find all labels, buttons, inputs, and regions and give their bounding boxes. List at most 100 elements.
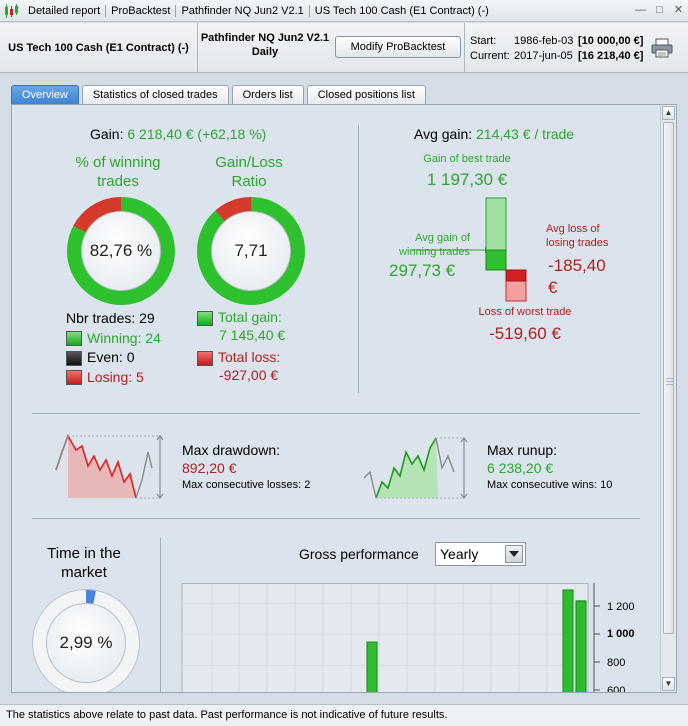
scroll-down-icon[interactable]: ▼ xyxy=(662,677,675,691)
ratio-value: 7,71 xyxy=(211,211,291,291)
winning-pct: 82,76 % xyxy=(81,211,161,291)
tab-statistics-closed-trades[interactable]: Statistics of closed trades xyxy=(81,85,229,104)
even-swatch xyxy=(66,350,82,366)
system-name: Pathfinder NQ Jun2 V2.1 xyxy=(200,32,330,44)
worst-trade-label: Loss of worst trade xyxy=(478,306,572,318)
y-tick-1000: 1 000 xyxy=(607,628,635,640)
tab-closed-positions-list[interactable]: Closed positions list xyxy=(306,85,426,104)
max-drawdown-label: Max drawdown: xyxy=(182,442,281,458)
max-drawdown-value: 892,20 € xyxy=(182,460,237,476)
title-bar: Detailed report ProBacktest Pathfinder N… xyxy=(0,0,688,22)
winning-title-line2: trades xyxy=(97,173,139,190)
avg-winning-bar xyxy=(485,249,507,271)
runup-suffix-line xyxy=(435,437,455,473)
y-tick-600: 600 xyxy=(607,685,625,693)
modify-probacktest-button[interactable]: Modify ProBacktest xyxy=(335,36,461,58)
avg-losing-value: -185,40 € xyxy=(548,255,606,299)
current-date: 2017-jun-05 xyxy=(514,50,573,62)
max-runup-label: Max runup: xyxy=(487,442,558,458)
minimize-icon[interactable]: — xyxy=(633,3,648,18)
performance-bar xyxy=(366,641,378,692)
performance-bar xyxy=(562,589,574,692)
gain-loss-ratio-donut: 7,71 xyxy=(197,197,305,305)
drawdown-prefix-line xyxy=(55,435,69,471)
capital-dates: Start: 1986-feb-03 [10 000,00 €] Current: 2… xyxy=(470,34,643,64)
total-loss-swatch xyxy=(197,350,213,366)
gross-performance-label: Gross performance xyxy=(299,546,419,562)
avg-losing-bar xyxy=(505,269,527,282)
gain-label: Gain: xyxy=(90,126,124,142)
max-runup-value: 6 238,20 € xyxy=(487,460,554,476)
scroll-thumb[interactable]: — — — xyxy=(663,122,674,634)
gain-loss-totals: Total gain: 7 145,40 € Total loss: -927,… xyxy=(197,308,285,384)
gain-loss-ratio-title: Gain/Loss Ratio xyxy=(194,153,304,191)
current-label: Current: xyxy=(470,50,510,62)
period-select[interactable]: Yearly xyxy=(435,542,526,566)
winning-count: Winning: 24 xyxy=(87,329,161,346)
best-trade-value: 1 197,30 € xyxy=(426,170,508,189)
section-divider-vertical xyxy=(358,125,359,393)
drawdown-suffix-line xyxy=(135,451,153,499)
close-icon[interactable]: ✕ xyxy=(671,3,686,18)
time-title-line1: Time in the xyxy=(47,545,121,562)
disclaimer-footer: The statistics above relate to past data… xyxy=(0,704,688,726)
winning-trades-title: % of winning trades xyxy=(62,153,174,191)
max-consecutive-wins: Max consecutive wins: 10 xyxy=(487,479,613,491)
section-divider-vertical-2 xyxy=(160,538,161,692)
tab-overview[interactable]: Overview xyxy=(11,85,79,104)
max-consecutive-losses: Max consecutive losses: 2 xyxy=(182,479,311,491)
avg-losing-label-line1: Avg loss of xyxy=(546,223,600,235)
report-tabs: Overview Statistics of closed trades Ord… xyxy=(11,85,426,104)
worst-trade-value: -519,60 € xyxy=(489,324,561,343)
start-capital: [10 000,00 €] xyxy=(578,35,644,47)
gain-value: 6 218,40 € (+62,18 %) xyxy=(127,126,267,142)
nbr-trades: Nbr trades: 29 xyxy=(66,310,155,326)
total-gain-swatch xyxy=(197,310,213,326)
header-divider xyxy=(464,23,465,73)
instrument-name: US Tech 100 Cash (E1 Contract) (-) xyxy=(0,23,198,73)
drawdown-chart xyxy=(55,434,164,499)
title-probacktest: ProBacktest xyxy=(106,4,177,17)
chevron-down-icon[interactable] xyxy=(505,545,523,563)
avg-losing-label-line2: losing trades xyxy=(546,237,609,249)
avg-gain-label: Avg gain: xyxy=(414,126,473,142)
y-tick-800: 800 xyxy=(607,657,625,669)
timeframe: Daily xyxy=(251,46,279,58)
vertical-scrollbar[interactable]: ▲ — — — ▼ xyxy=(660,105,676,692)
time-in-market-value: 2,99 % xyxy=(46,603,126,683)
maximize-icon[interactable]: □ xyxy=(652,3,667,18)
total-gain-label: Total gain: xyxy=(218,309,282,325)
avg-losing-value-number: -185,40 xyxy=(548,256,606,275)
period-select-value: Yearly xyxy=(440,546,479,562)
start-label: Start: xyxy=(470,35,497,47)
gross-performance-chart: 1 200 1 000 800 600 xyxy=(181,583,635,693)
total-loss-label: Total loss: xyxy=(218,349,281,365)
runup-chart xyxy=(363,437,468,499)
section-divider-2 xyxy=(32,518,640,519)
report-header: US Tech 100 Cash (E1 Contract) (-) Pathf… xyxy=(0,23,688,73)
start-date: 1986-feb-03 xyxy=(514,35,574,47)
chart-y-ticks: 1 200 1 000 800 600 xyxy=(607,601,635,693)
avg-gain-value: 214,43 € / trade xyxy=(476,126,575,142)
performance-bar xyxy=(575,600,587,692)
time-in-market-title: Time in the market xyxy=(34,544,134,582)
trade-counts: Nbr trades: 29 Winning: 24 Even: 0 Losin… xyxy=(66,309,161,387)
total-gain-value: 7 145,40 € xyxy=(219,327,286,343)
total-loss-value: -927,00 € xyxy=(219,367,279,383)
losing-count: Losing: 5 xyxy=(87,368,144,385)
title-system: Pathfinder NQ Jun2 V2.1 xyxy=(176,4,310,17)
section-divider-1 xyxy=(32,413,640,414)
print-icon[interactable] xyxy=(651,38,673,58)
tab-orders-list[interactable]: Orders list xyxy=(231,85,304,104)
scroll-up-icon[interactable]: ▲ xyxy=(662,106,675,120)
even-count: Even: 0 xyxy=(87,349,135,365)
current-capital: [16 218,40 €] xyxy=(578,50,644,62)
system-info: Pathfinder NQ Jun2 V2.1 Daily xyxy=(199,31,331,59)
runup-area xyxy=(376,438,438,498)
avg-gain-summary: Avg gain: 214,43 € / trade xyxy=(414,126,574,142)
gain-summary: Gain: 6 218,40 € (+62,18 %) xyxy=(90,126,266,142)
best-trade-label: Gain of best trade xyxy=(423,153,511,165)
runup-prefix-line xyxy=(363,470,377,499)
winning-trades-donut: 82,76 % xyxy=(67,197,175,305)
avg-losing-value-currency: € xyxy=(548,278,558,297)
